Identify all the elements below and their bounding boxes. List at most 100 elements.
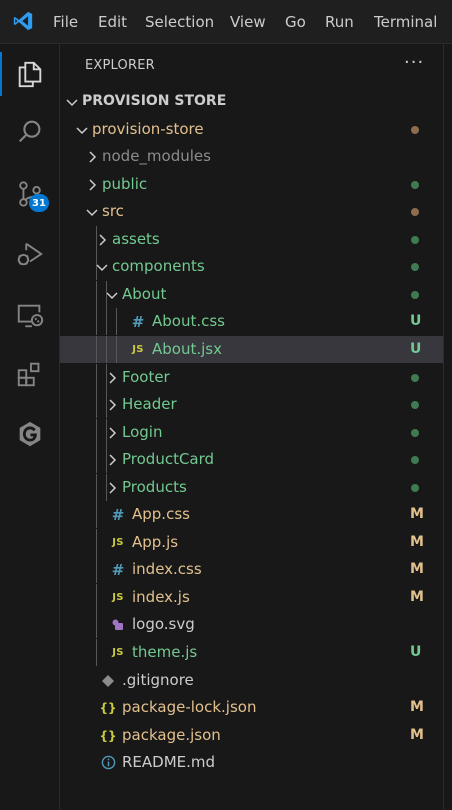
tree-item-label: theme.js — [132, 643, 198, 661]
chevron-down-icon[interactable] — [104, 281, 120, 308]
menu-run[interactable]: Run — [325, 13, 354, 31]
chevron-right-icon[interactable] — [104, 474, 120, 501]
tree-item-label: App.css — [132, 505, 190, 523]
run-debug-button[interactable] — [0, 226, 60, 282]
run-debug-icon — [17, 242, 43, 266]
source-control-badge: 31 — [29, 194, 49, 212]
tree-folder-provision-store[interactable]: PROVISION STORE — [60, 88, 443, 115]
tree-folder-login[interactable]: Login — [60, 419, 443, 446]
chevron-right-icon[interactable] — [94, 226, 110, 253]
gitlens-button[interactable] — [0, 406, 60, 462]
tree-item-label: Header — [122, 395, 177, 413]
tree-file-package-lock-json[interactable]: {} package-lock.json M — [60, 694, 443, 721]
indent-guide — [116, 336, 117, 363]
git-status-badge: M — [410, 699, 424, 715]
git-status-badge: M — [410, 589, 424, 605]
menu-go[interactable]: Go — [285, 13, 306, 31]
chevron-down-icon[interactable] — [64, 88, 80, 115]
chevron-right-icon[interactable] — [104, 391, 120, 418]
git-file-icon — [100, 667, 116, 694]
tree-folder-about[interactable]: About — [60, 281, 443, 308]
explorer-title: EXPLORER — [85, 58, 155, 73]
git-status-badge: M — [410, 534, 424, 550]
chevron-right-icon[interactable] — [84, 171, 100, 198]
indent-guide — [96, 281, 97, 308]
tree-file-app-js[interactable]: JS App.js M — [60, 529, 443, 556]
chevron-right-icon[interactable] — [104, 364, 120, 391]
tree-folder-public[interactable]: public — [60, 171, 443, 198]
menu-file[interactable]: File — [53, 13, 78, 31]
vscode-logo-icon[interactable] — [12, 10, 34, 32]
tree-folder-components[interactable]: components — [60, 253, 443, 280]
tree-item-label: package.json — [122, 726, 221, 744]
more-actions-icon[interactable]: ··· — [404, 52, 424, 73]
tree-folder-assets[interactable]: assets — [60, 226, 443, 253]
tree-file-app-css[interactable]: # App.css M — [60, 501, 443, 528]
tree-folder-products[interactable]: Products — [60, 474, 443, 501]
chevron-right-icon[interactable] — [104, 446, 120, 473]
tree-file-package-json[interactable]: {} package.json M — [60, 722, 443, 749]
json-file-icon: {} — [99, 728, 117, 743]
search-button[interactable] — [0, 104, 60, 160]
git-status-dot — [411, 374, 419, 382]
tree-file-index-css[interactable]: # index.css M — [60, 556, 443, 583]
tree-file-readme-md[interactable]: README.md — [60, 749, 443, 776]
tree-folder-productcard[interactable]: ProductCard — [60, 446, 443, 473]
source-control-button[interactable]: 31 — [0, 166, 60, 222]
explorer-button[interactable] — [0, 46, 60, 102]
tree-item-label: src — [102, 202, 124, 220]
tree-folder-footer[interactable]: Footer — [60, 364, 443, 391]
tree-item-label: ProductCard — [122, 450, 215, 468]
chevron-down-icon[interactable] — [84, 198, 100, 225]
git-status-dot — [411, 181, 419, 189]
tree-file-index-js[interactable]: JS index.js M — [60, 584, 443, 611]
tree-folder-provision-store[interactable]: provision-store — [60, 116, 443, 143]
tree-item-label: node_modules — [102, 147, 211, 165]
remote-explorer-icon — [17, 304, 44, 328]
menu-edit[interactable]: Edit — [98, 13, 127, 31]
tree-folder-src[interactable]: src — [60, 198, 443, 225]
chevron-down-icon[interactable] — [74, 116, 90, 143]
tree-folder-header[interactable]: Header — [60, 391, 443, 418]
tree-folder-node-modules[interactable]: node_modules — [60, 143, 443, 170]
tree-file-about-css[interactable]: # About.css U — [60, 308, 443, 335]
tree-item-label: Products — [122, 478, 187, 496]
tree-item-label: provision-store — [92, 120, 204, 138]
git-status-dot — [411, 429, 419, 437]
extensions-button[interactable] — [0, 346, 60, 402]
tree-file-logo-svg[interactable]: logo.svg — [60, 611, 443, 638]
svg-file-icon — [110, 611, 126, 638]
tree-file-gitignore[interactable]: .gitignore — [60, 667, 443, 694]
git-status-dot — [411, 208, 419, 216]
menu-view[interactable]: View — [230, 13, 266, 31]
tree-item-label: About.jsx — [152, 340, 222, 358]
chevron-down-icon[interactable] — [94, 253, 110, 280]
indent-guide — [96, 556, 97, 583]
tree-item-label: package-lock.json — [122, 698, 257, 716]
menu-terminal[interactable]: Terminal — [374, 13, 437, 31]
css-file-icon: # — [111, 560, 125, 579]
chevron-right-icon[interactable] — [104, 419, 120, 446]
menu-selection[interactable]: Selection — [145, 13, 214, 31]
git-status-dot — [411, 126, 419, 134]
remote-explorer-button[interactable] — [0, 287, 60, 343]
tree-file-about-jsx[interactable]: JS About.jsx U — [60, 336, 443, 363]
indent-guide — [96, 501, 97, 528]
git-status-badge: U — [410, 644, 422, 660]
explorer-panel: EXPLORER ··· PROVISION STORE provision-st… — [60, 44, 452, 810]
tree-item-label: About — [122, 285, 167, 303]
js-file-icon: JS — [112, 647, 124, 658]
activity-bar: 31 — [0, 44, 60, 810]
tree-item-label: index.js — [132, 588, 190, 606]
json-file-icon: {} — [99, 700, 117, 715]
git-status-dot — [411, 291, 419, 299]
tree-item-label: App.js — [132, 533, 179, 551]
tree-file-theme-js[interactable]: JS theme.js U — [60, 639, 443, 666]
indent-guide — [96, 336, 97, 363]
sidebar-scrollbar[interactable] — [443, 44, 452, 810]
indent-guide — [96, 474, 97, 501]
chevron-right-icon[interactable] — [84, 143, 100, 170]
git-status-dot — [411, 263, 419, 271]
tree-item-label: Login — [122, 423, 163, 441]
git-status-dot — [411, 401, 419, 409]
